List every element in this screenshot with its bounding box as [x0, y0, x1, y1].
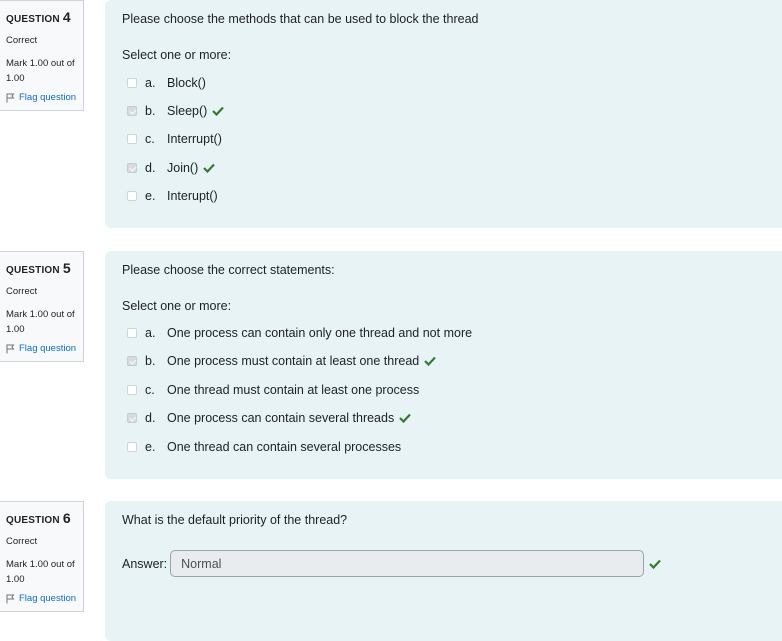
question-number: QUESTION 5	[6, 260, 83, 276]
select-prompt: Select one or more:	[122, 299, 232, 313]
answer-option-e[interactable]: e. One thread can contain several proces…	[127, 439, 401, 455]
answer-checkbox[interactable]	[127, 385, 137, 395]
correct-check-icon	[399, 413, 412, 423]
question-state: Correct	[6, 536, 38, 547]
answer-option-b[interactable]: b. One process must contain at least one…	[127, 353, 437, 369]
answer-text: Join()	[167, 161, 199, 175]
answer-letter: d.	[145, 161, 156, 175]
question-content: Please choose the correct statements: Se…	[105, 251, 782, 479]
answer-text: Interrupt()	[167, 132, 222, 146]
question-5: QUESTION 5 Correct Mark 1.00 out of 1.00…	[0, 251, 782, 479]
answer-letter: c.	[145, 383, 155, 397]
answer-checkbox[interactable]	[127, 328, 137, 338]
question-label: QUESTION	[6, 515, 60, 526]
question-state: Correct	[6, 35, 38, 46]
answer-checkbox[interactable]	[127, 134, 137, 144]
question-num: 5	[62, 260, 71, 276]
flag-question-link[interactable]: Flag question	[6, 92, 83, 103]
question-label: QUESTION	[6, 14, 60, 25]
answer-checkbox-checked[interactable]	[127, 106, 137, 116]
question-info: QUESTION 4 Correct Mark 1.00 out of 1.00…	[0, 0, 84, 111]
answer-letter: e.	[145, 189, 156, 203]
answer-option-e[interactable]: e. Interupt()	[127, 188, 218, 204]
answer-text: One thread must contain at least one pro…	[167, 383, 420, 397]
answer-letter: c.	[145, 132, 155, 146]
answer-input[interactable]: Normal	[170, 550, 645, 577]
flag-question-link[interactable]: Flag question	[6, 343, 83, 354]
answer-checkbox-checked[interactable]	[127, 356, 137, 366]
answer-text: Block()	[167, 76, 206, 90]
answer-checkbox[interactable]	[127, 78, 137, 88]
answer-option-d[interactable]: d. Join()	[127, 160, 216, 176]
correct-check-icon	[212, 106, 225, 116]
flag-icon	[6, 344, 15, 353]
answer-option-c[interactable]: c. One thread must contain at least one …	[127, 382, 419, 398]
answer-option-a[interactable]: a. Block()	[127, 75, 206, 91]
answer-checkbox[interactable]	[127, 442, 137, 452]
flag-question-label: Flag question	[19, 92, 77, 103]
question-6: QUESTION 6 Correct Mark 1.00 out of 1.00…	[0, 501, 782, 641]
answer-checkbox-checked[interactable]	[127, 413, 137, 423]
question-text: Please choose the correct statements:	[122, 263, 335, 277]
flag-question-label: Flag question	[19, 343, 77, 354]
question-label: QUESTION	[6, 265, 60, 276]
answer-option-d[interactable]: d. One process can contain several threa…	[127, 410, 412, 426]
answer-checkbox[interactable]	[127, 191, 137, 201]
question-num: 4	[62, 9, 71, 25]
answer-option-b[interactable]: b. Sleep()	[127, 103, 225, 119]
question-num: 6	[62, 510, 71, 526]
correct-check-icon	[649, 559, 661, 569]
question-grade: Mark 1.00 out of 1.00	[6, 58, 75, 84]
answer-text: One process can contain only one thread …	[167, 326, 473, 340]
question-content: Please choose the methods that can be us…	[105, 0, 782, 228]
answer-option-a[interactable]: a. One process can contain only one thre…	[127, 325, 472, 341]
question-text: What is the default priority of the thre…	[122, 513, 348, 527]
answer-option-c[interactable]: c. Interrupt()	[127, 131, 222, 147]
flag-question-link[interactable]: Flag question	[6, 593, 83, 604]
answer-text: One process must contain at least one th…	[167, 354, 420, 368]
answer-letter: b.	[145, 354, 156, 368]
answer-text: Interupt()	[167, 189, 218, 203]
question-state: Correct	[6, 286, 38, 297]
correct-check-icon	[424, 356, 437, 366]
answer-letter: a.	[145, 76, 156, 90]
answer-letter: d.	[145, 411, 156, 425]
question-info: QUESTION 6 Correct Mark 1.00 out of 1.00…	[0, 501, 84, 612]
correct-check-icon	[203, 163, 216, 173]
question-content: What is the default priority of the thre…	[105, 501, 782, 641]
question-text: Please choose the methods that can be us…	[122, 12, 479, 26]
answer-row: Answer: Normal	[122, 550, 661, 577]
question-number: QUESTION 4	[6, 9, 83, 25]
question-number: QUESTION 6	[6, 510, 83, 526]
answer-letter: a.	[145, 326, 156, 340]
answer-text: Sleep()	[167, 104, 208, 118]
question-grade: Mark 1.00 out of 1.00	[6, 309, 75, 335]
answer-label: Answer:	[122, 556, 168, 571]
answer-letter: b.	[145, 104, 156, 118]
flag-icon	[6, 594, 15, 603]
question-info: QUESTION 5 Correct Mark 1.00 out of 1.00…	[0, 251, 84, 362]
question-grade: Mark 1.00 out of 1.00	[6, 559, 75, 585]
select-prompt: Select one or more:	[122, 48, 232, 62]
answer-letter: e.	[145, 440, 156, 454]
flag-icon	[6, 93, 15, 102]
answer-text: One thread can contain several processes	[167, 440, 402, 454]
question-4: QUESTION 4 Correct Mark 1.00 out of 1.00…	[0, 0, 782, 228]
answer-text: One process can contain several threads	[167, 411, 395, 425]
flag-question-label: Flag question	[19, 593, 77, 604]
answer-checkbox-checked[interactable]	[127, 163, 137, 173]
